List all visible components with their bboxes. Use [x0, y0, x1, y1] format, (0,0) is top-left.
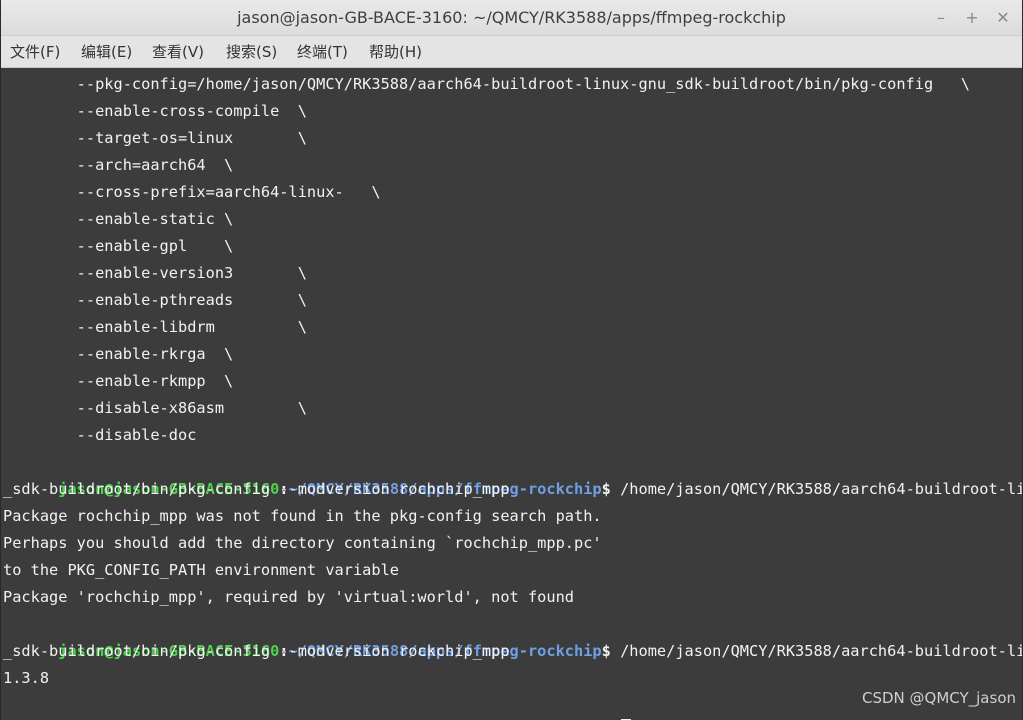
terminal-line: _sdk-buildroot/bin/pkg-config --modversi… — [3, 480, 510, 498]
close-icon[interactable]: ✕ — [993, 8, 1013, 28]
terminal-line: --enable-pthreads \ — [3, 291, 307, 309]
menu-terminal[interactable]: 终端(T) — [297, 36, 348, 68]
terminal-line: --cross-prefix=aarch64-linux- \ — [3, 183, 381, 201]
terminal-line: Package rochchip_mpp was not found in th… — [3, 507, 602, 525]
terminal-line: 1.3.8 — [3, 669, 50, 687]
terminal-line: --enable-cross-compile \ — [3, 102, 307, 120]
terminal-line: --pkg-config=/home/jason/QMCY/RK3588/aar… — [3, 75, 970, 93]
menu-bar: 文件(F) 编辑(E) 查看(V) 搜索(S) 终端(T) 帮助(H) — [1, 36, 1022, 68]
terminal-line: Perhaps you should add the directory con… — [3, 534, 602, 552]
terminal-line: --enable-libdrm \ — [3, 318, 307, 336]
minimize-icon[interactable]: – — [931, 8, 951, 28]
terminal-line: --disable-x86asm \ — [3, 399, 307, 417]
maximize-icon[interactable]: + — [962, 8, 982, 28]
menu-file[interactable]: 文件(F) — [10, 36, 60, 68]
terminal-window: jason@jason-GB-BACE-3160: ~/QMCY/RK3588/… — [0, 0, 1023, 720]
prompt-line: jason@jason-GB-BACE-3160:~/QMCY/RK3588/a… — [3, 449, 1022, 498]
terminal-line: --target-os=linux \ — [3, 129, 307, 147]
menu-view[interactable]: 查看(V) — [152, 36, 204, 68]
command-text: /home/jason/QMCY/RK3588/aarch64-buildroo… — [620, 480, 1022, 498]
terminal-line: --arch=aarch64 \ — [3, 156, 234, 174]
terminal-line: Package 'rochchip_mpp', required by 'vir… — [3, 588, 574, 606]
terminal-line: --enable-gpl \ — [3, 237, 234, 255]
menu-help[interactable]: 帮助(H) — [369, 36, 422, 68]
terminal-line: --enable-rkrga \ — [3, 345, 234, 363]
menu-edit[interactable]: 编辑(E) — [81, 36, 132, 68]
prompt-symbol: $ — [601, 642, 611, 660]
terminal-line: _sdk-buildroot/bin/pkg-config --modversi… — [3, 642, 510, 660]
terminal-line: --enable-rkmpp \ — [3, 372, 234, 390]
window-title: jason@jason-GB-BACE-3160: ~/QMCY/RK3588/… — [237, 8, 786, 27]
command-text: /home/jason/QMCY/RK3588/aarch64-buildroo… — [620, 642, 1022, 660]
title-bar[interactable]: jason@jason-GB-BACE-3160: ~/QMCY/RK3588/… — [1, 0, 1022, 36]
terminal-line: to the PKG_CONFIG_PATH environment varia… — [3, 561, 400, 579]
terminal-line: --enable-version3 \ — [3, 264, 307, 282]
watermark: CSDN @QMCY_jason — [861, 689, 1016, 707]
prompt-symbol: $ — [601, 480, 611, 498]
menu-search[interactable]: 搜索(S) — [226, 36, 277, 68]
terminal-line: --enable-static \ — [3, 210, 234, 228]
terminal-output[interactable]: --pkg-config=/home/jason/QMCY/RK3588/aar… — [1, 68, 1022, 720]
prompt-line: jason@jason-GB-BACE-3160:~/QMCY/RK3588/a… — [3, 611, 1022, 660]
terminal-line: --disable-doc — [3, 426, 197, 444]
prompt-line: jason@jason-GB-BACE-3160:~/QMCY/RK3588/a… — [3, 692, 632, 720]
